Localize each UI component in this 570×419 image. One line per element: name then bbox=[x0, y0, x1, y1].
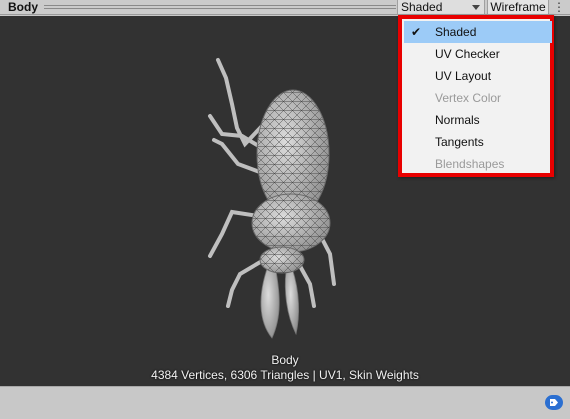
menu-item-label: Normals bbox=[435, 113, 480, 127]
menu-item-label: Vertex Color bbox=[435, 91, 502, 105]
mesh-title: Body bbox=[8, 0, 38, 14]
menu-item-normals[interactable]: Normals bbox=[404, 109, 552, 131]
menu-item-vertex-color: Vertex Color bbox=[404, 87, 552, 109]
menu-item-label: Blendshapes bbox=[435, 157, 505, 171]
preview-footer bbox=[0, 386, 570, 419]
shading-mode-dropdown[interactable]: Shaded bbox=[397, 0, 485, 15]
more-options-icon[interactable]: ⋮ bbox=[552, 1, 566, 14]
checkmark-icon: ✔ bbox=[411, 25, 422, 39]
tag-icon[interactable] bbox=[545, 395, 563, 410]
menu-item-uv-layout[interactable]: UV Layout bbox=[404, 65, 552, 87]
menu-item-label: UV Layout bbox=[435, 69, 492, 83]
shading-mode-menu: ✔ Shaded UV Checker UV Layout Vertex Col… bbox=[398, 15, 554, 177]
chevron-down-icon bbox=[472, 5, 480, 10]
title-divider bbox=[44, 5, 396, 9]
menu-item-blendshapes: Blendshapes bbox=[404, 153, 552, 175]
preview-header: Body Shaded Wireframe ⋮ bbox=[0, 0, 570, 15]
wireframe-button[interactable]: Wireframe bbox=[487, 0, 549, 15]
menu-item-shaded[interactable]: ✔ Shaded bbox=[404, 21, 552, 43]
menu-item-label: UV Checker bbox=[435, 47, 500, 61]
menu-item-label: Tangents bbox=[435, 135, 484, 149]
menu-item-tangents[interactable]: Tangents bbox=[404, 131, 552, 153]
menu-item-uv-checker[interactable]: UV Checker bbox=[404, 43, 552, 65]
mesh-name-label: Body bbox=[271, 353, 299, 367]
mesh-stats-label: 4384 Vertices, 6306 Triangles | UV1, Ski… bbox=[151, 368, 419, 382]
menu-item-label: Shaded bbox=[435, 25, 477, 39]
shading-mode-value: Shaded bbox=[401, 0, 443, 14]
